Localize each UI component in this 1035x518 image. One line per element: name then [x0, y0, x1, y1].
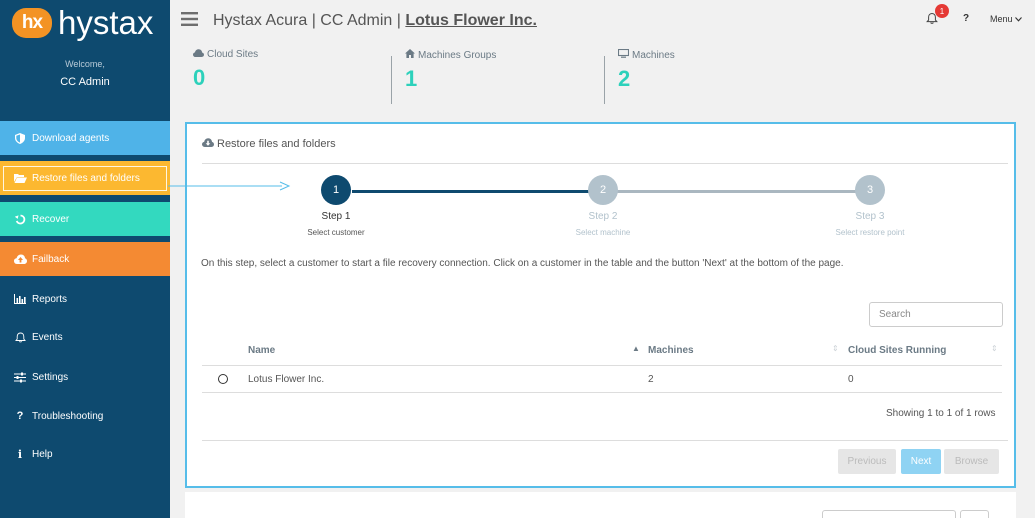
- restore-card: Restore files and folders 1 2 3 Step 1 S…: [185, 122, 1016, 488]
- sidebar-item-download-agents[interactable]: Download agents: [0, 121, 170, 155]
- column-header-cloud-sites[interactable]: Cloud Sites Running: [848, 345, 946, 356]
- stat-label: Machines: [617, 48, 675, 61]
- step-3-label: Step 3: [855, 211, 885, 222]
- stat-label-text: Machines Groups: [418, 49, 497, 61]
- table-divider: [202, 365, 1002, 366]
- folder-open-icon: [12, 173, 28, 183]
- step-2-label: Step 2: [588, 211, 618, 222]
- hystax-logo[interactable]: hx hystax: [12, 6, 153, 40]
- sidebar-item-restore-files[interactable]: Restore files and folders: [0, 161, 170, 195]
- notification-count-badge: 1: [935, 4, 949, 18]
- sidebar-item-label: Restore files and folders: [32, 172, 140, 184]
- title-prefix: Hystax Acura | CC Admin |: [213, 12, 406, 29]
- sidebar-item-label: Recover: [32, 213, 70, 225]
- stat-label: Machines Groups: [405, 49, 496, 61]
- search-input[interactable]: [869, 302, 1003, 327]
- cell-name: Lotus Flower Inc.: [248, 374, 325, 385]
- column-header-machines[interactable]: Machines: [648, 345, 694, 356]
- stat-value: 0: [193, 65, 206, 90]
- card-title: Restore files and folders: [202, 138, 336, 150]
- stepper-line-pending: [589, 190, 869, 193]
- menu-label: Menu: [990, 14, 1013, 24]
- sidebar-item-help[interactable]: i Help: [0, 439, 170, 469]
- stat-cloud-sites: Cloud Sites 0: [193, 49, 258, 91]
- step-1-circle[interactable]: 1: [321, 175, 351, 205]
- sidebar-item-label: Download agents: [32, 132, 110, 144]
- sliders-icon: [12, 372, 28, 383]
- sort-asc-icon[interactable]: ▲: [632, 344, 640, 353]
- welcome-text: Welcome,: [65, 59, 105, 69]
- sort-icon[interactable]: ⇕: [832, 344, 839, 353]
- cloud-upload-icon: [12, 254, 28, 264]
- cloud-icon: [193, 49, 204, 60]
- previous-button[interactable]: Previous: [838, 449, 896, 474]
- step-3-sublabel: Select restore point: [835, 228, 905, 237]
- recover-icon: [12, 214, 28, 225]
- top-header: Hystax Acura | CC Admin | Lotus Flower I…: [170, 0, 1035, 42]
- stat-machines: Machines 2: [617, 48, 675, 92]
- monitor-icon: [617, 48, 630, 61]
- sidebar-item-settings[interactable]: Settings: [0, 362, 170, 392]
- row-radio[interactable]: [218, 374, 228, 384]
- table-divider: [202, 392, 1002, 393]
- info-icon: i: [17, 447, 23, 461]
- divider: [202, 163, 1008, 164]
- stat-divider: [604, 56, 605, 104]
- stat-value: 2: [618, 66, 631, 91]
- sidebar-item-troubleshooting[interactable]: ? Troubleshooting: [0, 401, 170, 431]
- stat-label-text: Machines: [632, 49, 675, 61]
- sidebar: hx hystax Welcome, CC Admin Download age…: [0, 0, 170, 518]
- sidebar-item-recover[interactable]: Recover: [0, 202, 170, 236]
- chevron-down-icon: [1015, 14, 1022, 24]
- sidebar-item-label: Settings: [32, 371, 69, 383]
- sidebar-item-label: Reports: [32, 293, 68, 305]
- sidebar-item-label: Troubleshooting: [32, 410, 104, 422]
- help-question-button[interactable]: ?: [963, 13, 969, 24]
- step-1-sublabel: Select customer: [307, 228, 365, 237]
- stat-value: 1: [405, 66, 418, 91]
- org-link[interactable]: Lotus Flower Inc.: [405, 12, 537, 29]
- sidebar-item-failback[interactable]: Failback: [0, 242, 170, 276]
- sidebar-item-events[interactable]: Events: [0, 322, 170, 352]
- sort-icon[interactable]: ⇕: [991, 344, 998, 353]
- step-1-label: Step 1: [321, 211, 351, 222]
- sidebar-item-label: Failback: [32, 253, 70, 265]
- hamburger-menu-icon[interactable]: [181, 10, 198, 31]
- logo-text: hystax: [58, 4, 154, 41]
- cloud-download-icon: [202, 138, 214, 150]
- user-menu-button[interactable]: Menu: [990, 14, 1022, 24]
- sidebar-item-reports[interactable]: Reports: [0, 284, 170, 314]
- bar-chart-icon: [12, 294, 28, 304]
- divider: [202, 440, 1008, 441]
- sidebar-divider: [0, 195, 170, 201]
- card-title-text: Restore files and folders: [217, 138, 336, 150]
- user-name: CC Admin: [60, 76, 110, 88]
- pagination-info: Showing 1 to 1 of 1 rows: [886, 408, 996, 419]
- cell-cloud-sites: 0: [848, 374, 854, 385]
- lower-search-input[interactable]: [822, 510, 956, 518]
- next-button[interactable]: Next: [901, 449, 941, 474]
- browse-button[interactable]: Browse: [944, 449, 999, 474]
- stat-label: Cloud Sites: [193, 49, 258, 60]
- bell-icon: [12, 332, 28, 343]
- step-instructions: On this step, select a customer to start…: [201, 258, 844, 269]
- page-title: Hystax Acura | CC Admin | Lotus Flower I…: [213, 12, 537, 30]
- step-3-circle[interactable]: 3: [855, 175, 885, 205]
- step-2-sublabel: Select machine: [575, 228, 631, 237]
- stat-machines-groups: Machines Groups 1: [405, 49, 496, 92]
- stat-label-text: Cloud Sites: [207, 49, 259, 60]
- sidebar-item-label: Help: [32, 448, 53, 460]
- stepper-line-done: [352, 190, 589, 193]
- home-icon: [405, 49, 415, 61]
- column-header-name[interactable]: Name: [248, 345, 275, 356]
- sidebar-item-label: Events: [32, 331, 63, 343]
- lower-button[interactable]: [960, 510, 989, 518]
- shield-icon: [12, 132, 28, 144]
- question-icon: ?: [16, 410, 24, 422]
- cell-machines: 2: [648, 374, 654, 385]
- stat-divider: [391, 56, 392, 104]
- step-2-circle[interactable]: 2: [588, 175, 618, 205]
- logo-badge: hx: [12, 8, 52, 38]
